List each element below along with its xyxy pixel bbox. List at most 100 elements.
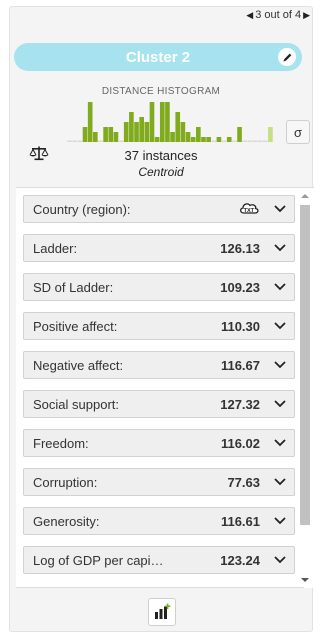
- panel-divider: [16, 587, 304, 588]
- field-name: Freedom:: [33, 435, 89, 451]
- histogram-bar: [262, 140, 268, 142]
- field-value: 127.32: [220, 396, 260, 412]
- histogram-bar: [190, 137, 196, 142]
- histogram-bar: [98, 140, 103, 142]
- histogram-bar: [232, 140, 237, 142]
- histogram-bar: [159, 102, 165, 142]
- scrollbar-thumb[interactable]: [300, 205, 310, 525]
- pencil-icon: [282, 53, 291, 62]
- txt-icon: TXT: [238, 200, 260, 218]
- histogram-bar: [221, 140, 227, 142]
- histogram-bar: [185, 132, 191, 142]
- field-value: 116.61: [220, 513, 260, 529]
- histogram-title: DISTANCE HISTOGRAM: [101, 86, 221, 97]
- field-name: Country (region):: [33, 201, 131, 217]
- field-row-corruption[interactable]: Corruption: 77.63: [23, 468, 295, 496]
- add-chart-button[interactable]: [148, 598, 176, 626]
- scroll-down-arrow-icon[interactable]: [301, 578, 309, 582]
- sigma-button[interactable]: σ: [286, 120, 310, 144]
- chevron-down-icon[interactable]: [274, 283, 286, 291]
- histogram-bar: [144, 122, 150, 142]
- histogram-bar: [139, 117, 144, 142]
- chevron-left-icon[interactable]: ◀: [246, 10, 253, 21]
- chevron-down-icon[interactable]: [274, 478, 286, 486]
- field-value: 77.63: [227, 474, 260, 490]
- histogram-bar: [257, 140, 263, 142]
- histogram-bar: [113, 132, 119, 142]
- field-row-sd-of-ladder[interactable]: SD of Ladder: 109.23: [23, 273, 295, 301]
- field-row-social-support[interactable]: Social support: 127.32: [23, 390, 295, 418]
- field-row-country-region[interactable]: Country (region): TXT: [23, 195, 295, 223]
- chevron-down-icon[interactable]: [274, 517, 286, 525]
- histogram-bar: [77, 140, 83, 142]
- pager-text: 3 out of 4: [255, 9, 302, 21]
- histogram-bar: [72, 140, 78, 142]
- field-name: Negative affect:: [33, 357, 124, 373]
- field-row-log-of-gdp-per-capita[interactable]: Log of GDP per capi… 123.24: [23, 546, 295, 574]
- chevron-down-icon[interactable]: [274, 439, 286, 447]
- histogram-bar: [237, 127, 242, 142]
- field-name: Corruption:: [33, 474, 98, 490]
- histogram-bar: [134, 122, 139, 142]
- histogram-bar: [206, 137, 211, 142]
- field-row-positive-affect[interactable]: Positive affect: 110.30: [23, 312, 295, 340]
- histogram-bar: [196, 127, 201, 142]
- chevron-down-icon[interactable]: [274, 361, 286, 369]
- histogram-bar: [108, 127, 114, 142]
- centroid-label: Centroid: [138, 165, 184, 179]
- edit-cluster-button[interactable]: [278, 48, 296, 66]
- chevron-right-icon[interactable]: ▶: [303, 10, 310, 21]
- field-name: Social support:: [33, 396, 119, 412]
- instance-count: 37 instances: [124, 148, 198, 163]
- field-list-scrollbar[interactable]: [296, 188, 314, 588]
- add-chart-icon: [155, 603, 171, 619]
- chevron-down-icon[interactable]: [274, 244, 286, 252]
- field-name: Ladder:: [33, 240, 78, 256]
- chevron-down-icon[interactable]: [274, 400, 286, 408]
- histogram-bar: [123, 122, 129, 142]
- field-row-ladder[interactable]: Ladder: 126.13: [23, 234, 295, 262]
- field-name: Positive affect:: [33, 318, 118, 334]
- histogram-bar: [226, 137, 232, 142]
- field-value: 109.23: [220, 279, 260, 295]
- field-row-negative-affect[interactable]: Negative affect: 116.67: [23, 351, 295, 379]
- histogram-bar: [211, 140, 217, 142]
- svg-text:TXT: TXT: [244, 208, 255, 214]
- histogram-bar: [252, 140, 258, 142]
- chevron-down-icon[interactable]: [274, 205, 286, 213]
- scroll-up-arrow-icon[interactable]: [301, 194, 309, 198]
- histogram-bar: [170, 132, 175, 142]
- field-value: 116.67: [220, 357, 260, 373]
- field-row-freedom[interactable]: Freedom: 116.02: [23, 429, 295, 457]
- histogram-bar: [103, 127, 108, 142]
- histogram-bar: [247, 140, 253, 142]
- chevron-down-icon[interactable]: [274, 322, 286, 330]
- histogram-bar: [201, 137, 206, 142]
- field-value: 126.13: [220, 240, 260, 256]
- histogram-bar: [268, 127, 273, 142]
- histogram-bar: [149, 102, 155, 142]
- sigma-label: σ: [293, 124, 303, 140]
- histogram-bar: [118, 140, 124, 142]
- histogram-bar: [67, 140, 72, 142]
- cluster-name: Cluster 2: [125, 48, 191, 66]
- chevron-down-icon[interactable]: [274, 556, 286, 564]
- field-row-generosity[interactable]: Generosity: 116.61: [23, 507, 295, 535]
- histogram-bar: [165, 102, 170, 142]
- cluster-name-bar[interactable]: Cluster 2: [14, 43, 302, 71]
- histogram-bar: [216, 137, 222, 142]
- histogram-bar: [154, 137, 160, 142]
- histogram-bar: [242, 140, 247, 142]
- field-name: Generosity:: [33, 513, 100, 529]
- field-value: 116.02: [220, 435, 260, 451]
- field-value: 123.24: [220, 552, 260, 568]
- distance-histogram: [67, 102, 273, 142]
- histogram-bar: [82, 127, 88, 142]
- cluster-pager: ◀ 3 out of 4 ▶: [246, 9, 310, 21]
- histogram-bar: [129, 112, 134, 142]
- field-value: 110.30: [220, 318, 260, 334]
- histogram-bar: [175, 112, 181, 142]
- field-name: SD of Ladder:: [33, 279, 114, 295]
- histogram-bar: [93, 132, 98, 142]
- field-list: Country (region): TXT Ladder: 126.13 SD …: [16, 187, 314, 588]
